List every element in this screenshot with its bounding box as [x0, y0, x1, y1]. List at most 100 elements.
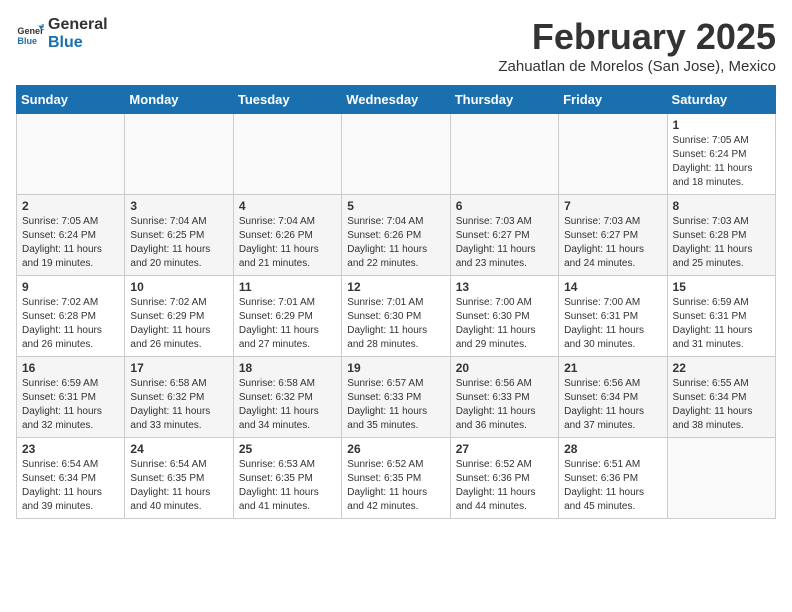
day-info: Sunrise: 6:53 AM Sunset: 6:35 PM Dayligh… [239, 458, 336, 514]
calendar-cell: 19Sunrise: 6:57 AM Sunset: 6:33 PM Dayli… [342, 357, 450, 438]
title-area: February 2025 Zahuatlan de Morelos (San … [498, 16, 776, 75]
calendar-cell: 27Sunrise: 6:52 AM Sunset: 6:36 PM Dayli… [450, 438, 558, 519]
day-info: Sunrise: 7:05 AM Sunset: 6:24 PM Dayligh… [673, 134, 770, 190]
calendar-week-row: 2Sunrise: 7:05 AM Sunset: 6:24 PM Daylig… [17, 195, 776, 276]
day-number: 13 [456, 280, 553, 294]
calendar-cell: 3 Sunrise: 7:04 AM Sunset: 6:25 PM Daylig… [125, 195, 233, 276]
weekday-thursday: Thursday [450, 86, 558, 114]
calendar-cell: 7 Sunrise: 7:03 AM Sunset: 6:27 PM Daylig… [559, 195, 667, 276]
calendar-cell [342, 114, 450, 195]
day-info: Sunrise: 6:54 AM Sunset: 6:35 PM Dayligh… [130, 458, 227, 514]
svg-text:Blue: Blue [17, 36, 37, 46]
day-info: Sunrise: 7:00 AM Sunset: 6:31 PM Dayligh… [564, 296, 661, 352]
calendar-cell: 1 Sunrise: 7:05 AM Sunset: 6:24 PM Daylig… [667, 114, 775, 195]
day-number: 6 [456, 199, 553, 213]
calendar-cell: 5Sunrise: 7:04 AM Sunset: 6:26 PM Daylig… [342, 195, 450, 276]
day-number: 20 [456, 361, 553, 375]
day-number: 14 [564, 280, 661, 294]
day-number: 11 [239, 280, 336, 294]
day-number: 8 [673, 199, 770, 213]
calendar-cell: 9 Sunrise: 7:02 AM Sunset: 6:28 PM Daylig… [17, 276, 125, 357]
day-number: 1 [673, 118, 770, 132]
day-number: 23 [22, 442, 119, 456]
day-info: Sunrise: 6:59 AM Sunset: 6:31 PM Dayligh… [673, 296, 770, 352]
calendar-cell: 26 Sunrise: 6:52 AM Sunset: 6:35 PM Dayli… [342, 438, 450, 519]
calendar-cell: 21 Sunrise: 6:56 AM Sunset: 6:34 PM Dayli… [559, 357, 667, 438]
calendar-cell: 13 Sunrise: 7:00 AM Sunset: 6:30 PM Dayli… [450, 276, 558, 357]
weekday-monday: Monday [125, 86, 233, 114]
calendar-cell: 25 Sunrise: 6:53 AM Sunset: 6:35 PM Dayli… [233, 438, 341, 519]
calendar-cell [125, 114, 233, 195]
day-number: 28 [564, 442, 661, 456]
day-info: Sunrise: 7:03 AM Sunset: 6:28 PM Dayligh… [673, 215, 770, 271]
calendar-cell: 11 Sunrise: 7:01 AM Sunset: 6:29 PM Dayli… [233, 276, 341, 357]
calendar-cell: 20 Sunrise: 6:56 AM Sunset: 6:33 PM Dayli… [450, 357, 558, 438]
day-number: 25 [239, 442, 336, 456]
calendar-week-row: 23 Sunrise: 6:54 AM Sunset: 6:34 PM Dayli… [17, 438, 776, 519]
month-title: February 2025 [498, 16, 776, 58]
day-info: Sunrise: 6:52 AM Sunset: 6:35 PM Dayligh… [347, 458, 444, 514]
calendar-cell: 17Sunrise: 6:58 AM Sunset: 6:32 PM Dayli… [125, 357, 233, 438]
weekday-sunday: Sunday [17, 86, 125, 114]
day-number: 15 [673, 280, 770, 294]
calendar-cell [17, 114, 125, 195]
day-info: Sunrise: 7:02 AM Sunset: 6:28 PM Dayligh… [22, 296, 119, 352]
day-number: 21 [564, 361, 661, 375]
day-info: Sunrise: 6:52 AM Sunset: 6:36 PM Dayligh… [456, 458, 553, 514]
calendar-week-row: 1 Sunrise: 7:05 AM Sunset: 6:24 PM Daylig… [17, 114, 776, 195]
calendar-cell: 24 Sunrise: 6:54 AM Sunset: 6:35 PM Dayli… [125, 438, 233, 519]
day-info: Sunrise: 6:55 AM Sunset: 6:34 PM Dayligh… [673, 377, 770, 433]
day-number: 10 [130, 280, 227, 294]
calendar-week-row: 16Sunrise: 6:59 AM Sunset: 6:31 PM Dayli… [17, 357, 776, 438]
calendar-cell: 4 Sunrise: 7:04 AM Sunset: 6:26 PM Daylig… [233, 195, 341, 276]
calendar-cell: 12Sunrise: 7:01 AM Sunset: 6:30 PM Dayli… [342, 276, 450, 357]
day-info: Sunrise: 7:02 AM Sunset: 6:29 PM Dayligh… [130, 296, 227, 352]
day-info: Sunrise: 7:00 AM Sunset: 6:30 PM Dayligh… [456, 296, 553, 352]
calendar-cell [667, 438, 775, 519]
calendar-cell [233, 114, 341, 195]
day-info: Sunrise: 6:56 AM Sunset: 6:34 PM Dayligh… [564, 377, 661, 433]
day-info: Sunrise: 7:03 AM Sunset: 6:27 PM Dayligh… [564, 215, 661, 271]
calendar-cell: 15 Sunrise: 6:59 AM Sunset: 6:31 PM Dayli… [667, 276, 775, 357]
day-info: Sunrise: 7:01 AM Sunset: 6:29 PM Dayligh… [239, 296, 336, 352]
day-number: 9 [22, 280, 119, 294]
day-number: 26 [347, 442, 444, 456]
day-info: Sunrise: 6:51 AM Sunset: 6:36 PM Dayligh… [564, 458, 661, 514]
calendar-cell: 18 Sunrise: 6:58 AM Sunset: 6:32 PM Dayli… [233, 357, 341, 438]
day-info: Sunrise: 7:04 AM Sunset: 6:25 PM Dayligh… [130, 215, 227, 271]
day-info: Sunrise: 7:03 AM Sunset: 6:27 PM Dayligh… [456, 215, 553, 271]
day-info: Sunrise: 6:57 AM Sunset: 6:33 PM Dayligh… [347, 377, 444, 433]
weekday-tuesday: Tuesday [233, 86, 341, 114]
calendar-cell: 14 Sunrise: 7:00 AM Sunset: 6:31 PM Dayli… [559, 276, 667, 357]
day-number: 24 [130, 442, 227, 456]
weekday-wednesday: Wednesday [342, 86, 450, 114]
day-number: 18 [239, 361, 336, 375]
day-number: 2 [22, 199, 119, 213]
calendar-cell [559, 114, 667, 195]
weekday-saturday: Saturday [667, 86, 775, 114]
logo-icon: General Blue [16, 20, 44, 48]
day-number: 17 [130, 361, 227, 375]
calendar-cell: 23 Sunrise: 6:54 AM Sunset: 6:34 PM Dayli… [17, 438, 125, 519]
header: General Blue General Blue February 2025 … [16, 16, 776, 75]
calendar-week-row: 9 Sunrise: 7:02 AM Sunset: 6:28 PM Daylig… [17, 276, 776, 357]
calendar-table: SundayMondayTuesdayWednesdayThursdayFrid… [16, 85, 776, 519]
calendar-cell: 6 Sunrise: 7:03 AM Sunset: 6:27 PM Daylig… [450, 195, 558, 276]
calendar-cell: 16Sunrise: 6:59 AM Sunset: 6:31 PM Dayli… [17, 357, 125, 438]
location-title: Zahuatlan de Morelos (San Jose), Mexico [498, 58, 776, 75]
day-info: Sunrise: 6:59 AM Sunset: 6:31 PM Dayligh… [22, 377, 119, 433]
day-number: 4 [239, 199, 336, 213]
calendar-cell: 22Sunrise: 6:55 AM Sunset: 6:34 PM Dayli… [667, 357, 775, 438]
day-info: Sunrise: 7:04 AM Sunset: 6:26 PM Dayligh… [239, 215, 336, 271]
day-info: Sunrise: 6:58 AM Sunset: 6:32 PM Dayligh… [239, 377, 336, 433]
day-info: Sunrise: 6:54 AM Sunset: 6:34 PM Dayligh… [22, 458, 119, 514]
calendar-cell: 8 Sunrise: 7:03 AM Sunset: 6:28 PM Daylig… [667, 195, 775, 276]
logo-blue: Blue [48, 34, 83, 51]
day-number: 3 [130, 199, 227, 213]
calendar-cell: 10 Sunrise: 7:02 AM Sunset: 6:29 PM Dayli… [125, 276, 233, 357]
logo-general: General [48, 16, 108, 33]
logo: General Blue General Blue [16, 16, 108, 52]
day-number: 7 [564, 199, 661, 213]
day-info: Sunrise: 6:56 AM Sunset: 6:33 PM Dayligh… [456, 377, 553, 433]
calendar-cell: 28 Sunrise: 6:51 AM Sunset: 6:36 PM Dayli… [559, 438, 667, 519]
